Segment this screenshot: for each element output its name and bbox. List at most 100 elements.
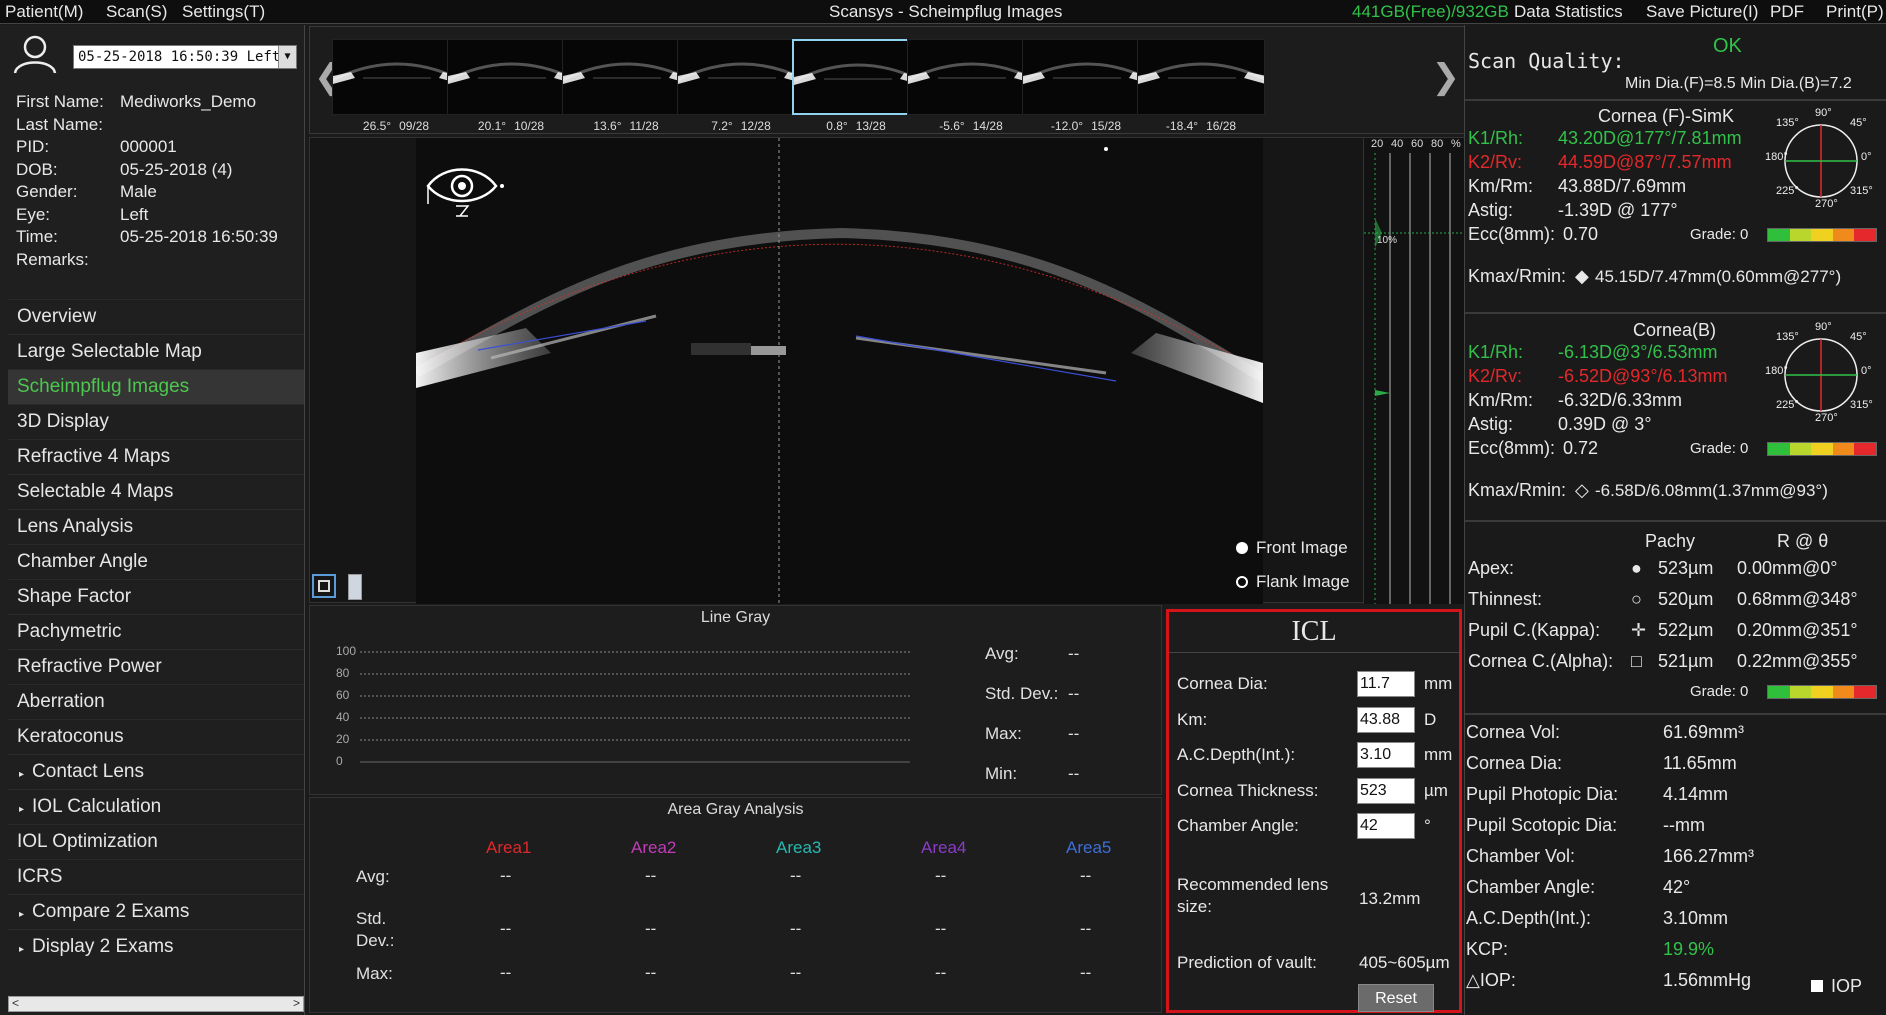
thumbnail[interactable] bbox=[447, 39, 575, 115]
icl-title: ICL bbox=[1169, 616, 1459, 653]
nav-item[interactable]: ▸ IOL Calculation bbox=[8, 789, 304, 824]
menu-pdf[interactable]: PDF bbox=[1770, 2, 1804, 22]
color-scale-button[interactable] bbox=[348, 574, 362, 600]
cornea-row-value: -6.52D@93°/6.13mm bbox=[1558, 366, 1728, 386]
left-horizontal-scrollbar[interactable]: < > bbox=[8, 996, 304, 1012]
menu-patient[interactable]: Patient(M) bbox=[5, 2, 83, 22]
expand-arrow-icon: ▸ bbox=[19, 909, 25, 920]
gray-tick-percent: % bbox=[1451, 138, 1461, 150]
nav-item[interactable]: Refractive 4 Maps bbox=[8, 439, 304, 474]
icl-field-input[interactable]: 11.7 bbox=[1357, 671, 1415, 697]
nav-item-label: Display 2 Exams bbox=[32, 936, 174, 957]
stat-label: Cornea Vol: bbox=[1466, 722, 1561, 742]
nav-item[interactable]: Keratoconus bbox=[8, 719, 304, 754]
nav-item[interactable]: Large Selectable Map bbox=[8, 334, 304, 369]
gray-scale-strip: 20 40 60 80 % 10% bbox=[1363, 138, 1467, 604]
reset-button[interactable]: Reset bbox=[1358, 984, 1434, 1012]
pachy-header: Pachy bbox=[1645, 531, 1696, 551]
menu-print[interactable]: Print(P) bbox=[1826, 2, 1884, 22]
nav-item-label: Contact Lens bbox=[32, 761, 144, 782]
stat-label: Avg: bbox=[985, 644, 1019, 663]
stat-label: Std. Dev.: bbox=[985, 684, 1059, 703]
nav-item[interactable]: ICRS bbox=[8, 859, 304, 894]
chevron-down-icon[interactable]: ▼ bbox=[278, 46, 296, 68]
thumbnail[interactable] bbox=[1022, 39, 1150, 115]
icl-field-input[interactable]: 523 bbox=[1357, 777, 1415, 804]
flank-image-radio[interactable]: Flank Image bbox=[1236, 572, 1350, 592]
nav-item[interactable]: 3D Display bbox=[8, 404, 304, 439]
menu-save-picture[interactable]: Save Picture(I) bbox=[1646, 2, 1758, 22]
nav-item[interactable]: Pachymetric bbox=[8, 614, 304, 649]
nav-item[interactable]: Selectable 4 Maps bbox=[8, 474, 304, 509]
nav-item[interactable]: Lens Analysis bbox=[8, 509, 304, 544]
grade-label: Grade: 0 bbox=[1690, 440, 1749, 457]
nav-item[interactable]: IOL Optimization bbox=[8, 824, 304, 859]
nav-item[interactable]: Overview bbox=[8, 299, 304, 334]
stat-label: KCP: bbox=[1466, 939, 1509, 959]
recommended-lens-label: Recommended lens size: bbox=[1177, 875, 1329, 916]
cornea-row-value: 43.20D@177°/7.81mm bbox=[1558, 128, 1742, 148]
nav-item[interactable]: ▸ Display 2 Exams bbox=[8, 929, 304, 964]
front-image-radio[interactable]: Front Image bbox=[1236, 538, 1348, 558]
r-theta-header: R @ θ bbox=[1777, 531, 1829, 551]
patient-row: DOB: 05-25-2018 (4) bbox=[16, 160, 232, 180]
exam-select[interactable]: 05-25-2018 16:50:39 Left ▼ bbox=[73, 45, 297, 69]
nav-item[interactable]: ▸ Compare 2 Exams bbox=[8, 894, 304, 929]
icl-field-input[interactable]: 3.10 bbox=[1357, 742, 1415, 768]
vault-value: 405~605µm bbox=[1359, 953, 1450, 972]
scroll-right-icon[interactable]: > bbox=[293, 996, 300, 1010]
cornea-row-label: K2/Rv: bbox=[1468, 152, 1523, 172]
thumbnail[interactable] bbox=[792, 39, 920, 115]
menu-settings[interactable]: Settings(T) bbox=[182, 2, 265, 22]
icl-field-unit: mm bbox=[1424, 674, 1453, 693]
icl-field-input[interactable]: 42 bbox=[1357, 813, 1415, 839]
cornea-row-value: 0.39D @ 3° bbox=[1558, 414, 1652, 434]
fit-view-button[interactable] bbox=[312, 574, 336, 598]
expand-arrow-icon: ▸ bbox=[19, 944, 25, 955]
patient-field-value: Male bbox=[120, 182, 157, 201]
open-diamond-icon: ◇ bbox=[1575, 480, 1589, 500]
stat-value: -- bbox=[1068, 684, 1080, 703]
nav-item-label: Selectable 4 Maps bbox=[17, 481, 174, 502]
iop-checkbox[interactable]: IOP bbox=[1811, 976, 1862, 997]
expand-arrow-icon: ▸ bbox=[19, 769, 25, 780]
thumbnail-index: 11/28 bbox=[629, 119, 659, 133]
radio-unchecked-icon bbox=[1236, 576, 1248, 588]
thumbnail-strip: ❮ ❯ 26.5° 09/28 20.1° 10/28 13.6° 11/28 7.2° 12… bbox=[309, 26, 1465, 134]
menu-scan[interactable]: Scan(S) bbox=[106, 2, 167, 22]
compass-label: 270° bbox=[1815, 412, 1838, 424]
thumbnail-angle: 13.6° bbox=[593, 119, 622, 133]
menu-bar: Patient(M) Scan(S) Settings(T) Scansys -… bbox=[0, 0, 1886, 24]
area-header: Area3 bbox=[776, 838, 822, 857]
thumbnail[interactable] bbox=[677, 39, 805, 115]
menu-data-statistics[interactable]: Data Statistics bbox=[1514, 2, 1623, 22]
thumb-next-icon[interactable]: ❯ bbox=[1432, 57, 1461, 97]
separator bbox=[1465, 99, 1886, 101]
thumbnail[interactable] bbox=[332, 39, 460, 115]
scheimpflug-image[interactable] bbox=[413, 138, 1266, 604]
icl-field-input[interactable]: 43.88 bbox=[1357, 706, 1415, 733]
stat-value: 61.69mm³ bbox=[1663, 722, 1745, 742]
nav-item[interactable]: Refractive Power bbox=[8, 649, 304, 684]
thumbnail[interactable] bbox=[907, 39, 1035, 115]
thumbnail[interactable] bbox=[1137, 39, 1265, 115]
scroll-left-icon[interactable]: < bbox=[12, 996, 19, 1010]
patient-row: Time: 05-25-2018 16:50:39 bbox=[16, 227, 278, 247]
nav-item[interactable]: ▸ Contact Lens bbox=[8, 754, 304, 789]
front-image-label: Front Image bbox=[1256, 538, 1348, 557]
exam-select-value: 05-25-2018 16:50:39 Left bbox=[78, 49, 281, 65]
nav-item[interactable]: Aberration bbox=[8, 684, 304, 719]
area-header: Area1 bbox=[486, 838, 532, 857]
thumbnail[interactable] bbox=[562, 39, 690, 115]
scheimpflug-viewer: Front Image Flank Image 20 40 60 80 % 10… bbox=[309, 137, 1467, 604]
area-cell: -- bbox=[645, 919, 657, 938]
nav-item[interactable]: Scheimpflug Images bbox=[8, 369, 304, 404]
thumbnail-angle: -5.6° bbox=[939, 119, 965, 133]
stat-label: Pupil Photopic Dia: bbox=[1466, 784, 1619, 804]
pachy-row-label: Cornea C.(Alpha): bbox=[1468, 651, 1614, 671]
area-cell: -- bbox=[645, 866, 657, 885]
stat-value: -- bbox=[1068, 764, 1080, 783]
nav-item[interactable]: Shape Factor bbox=[8, 579, 304, 614]
cornea-row-value: -6.13D@3°/6.53mm bbox=[1558, 342, 1718, 362]
nav-item[interactable]: Chamber Angle bbox=[8, 544, 304, 579]
